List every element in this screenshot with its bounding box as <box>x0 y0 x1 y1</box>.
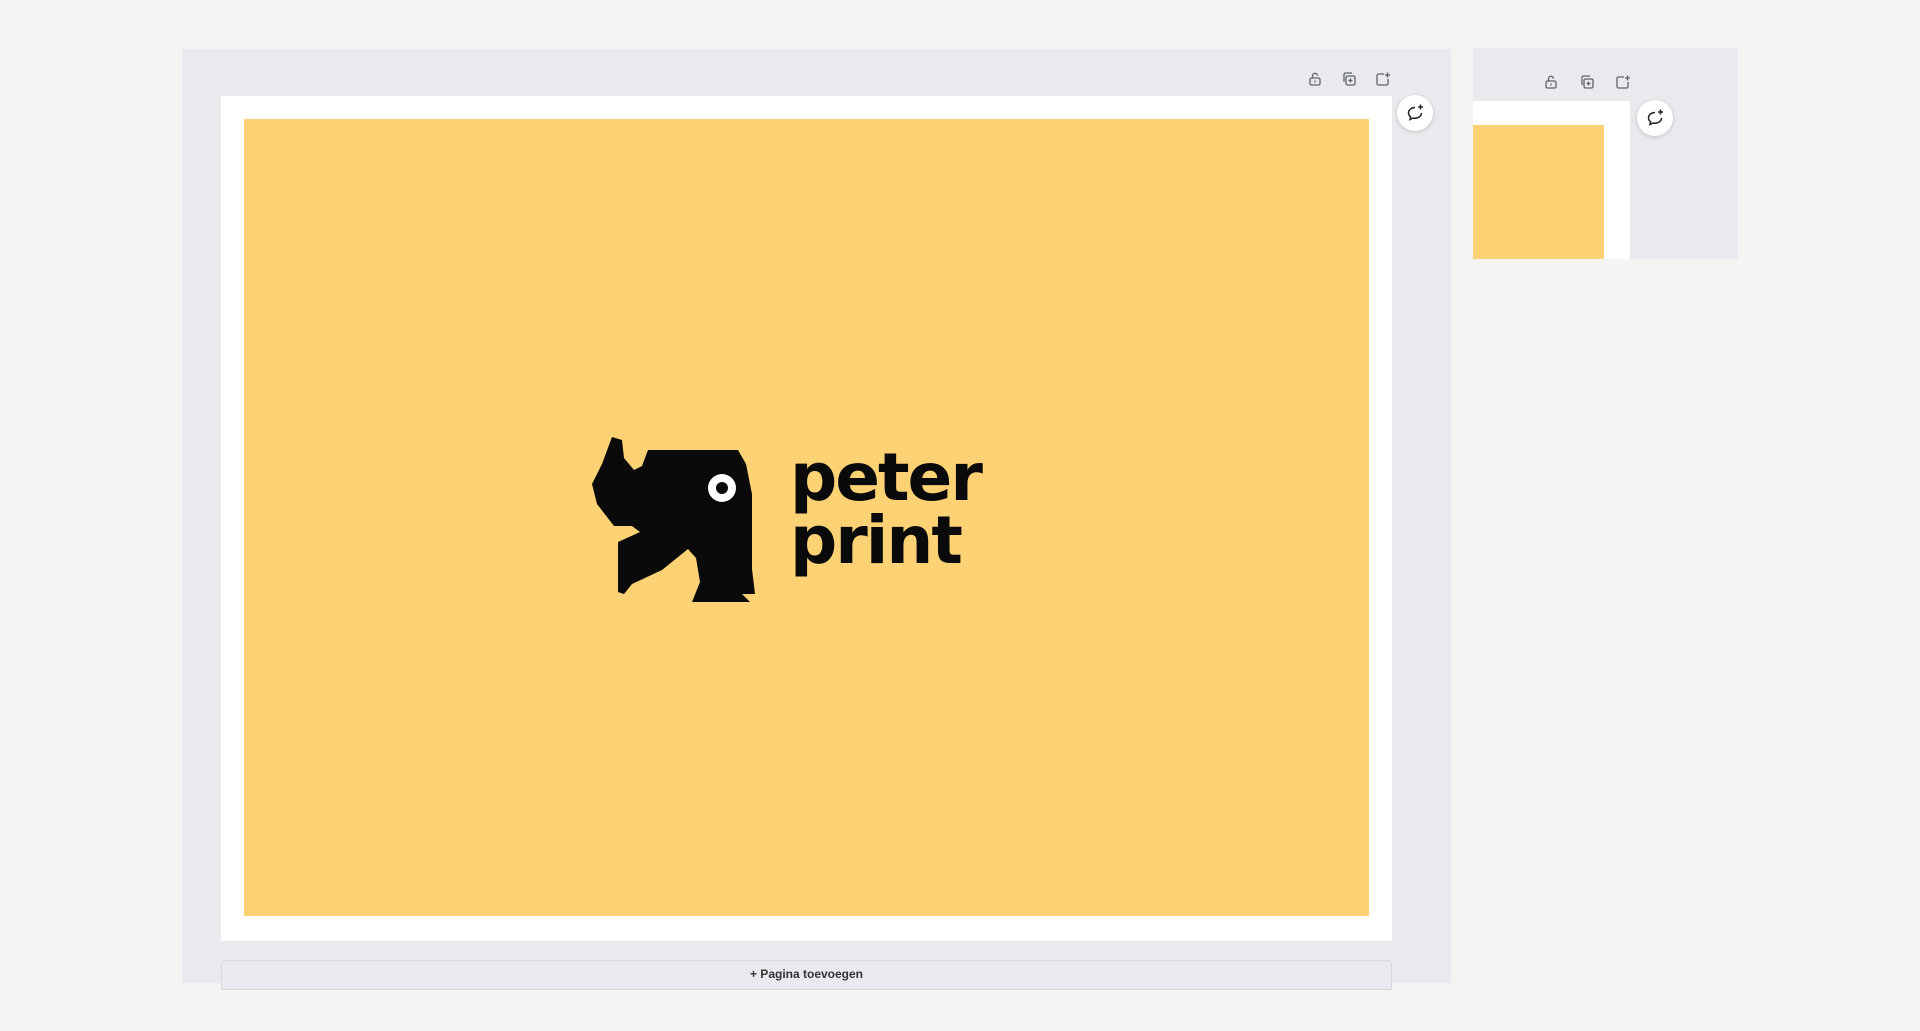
duplicate-icon[interactable] <box>1339 69 1359 89</box>
design-page-secondary[interactable] <box>1473 101 1630 259</box>
page-background <box>1473 125 1604 259</box>
secondary-page-panel <box>1473 48 1738 259</box>
add-page-icon[interactable] <box>1613 72 1633 92</box>
add-page-icon[interactable] <box>1373 69 1393 89</box>
add-page-button[interactable]: + Pagina toevoegen <box>221 960 1392 990</box>
comment-add-icon[interactable] <box>1637 100 1673 136</box>
peter-print-logo[interactable]: peter print <box>592 434 1022 602</box>
logo-line-peter: peter <box>790 439 983 516</box>
page-toolbar <box>1305 69 1393 89</box>
lock-icon[interactable] <box>1541 72 1561 92</box>
logo-line-print: print <box>790 502 963 579</box>
lock-icon[interactable] <box>1305 69 1325 89</box>
bird-logo-icon <box>592 437 755 602</box>
comment-add-icon[interactable] <box>1397 95 1433 131</box>
page-toolbar-secondary <box>1541 72 1633 92</box>
duplicate-icon[interactable] <box>1577 72 1597 92</box>
logo-wordmark: peter print <box>790 439 983 579</box>
